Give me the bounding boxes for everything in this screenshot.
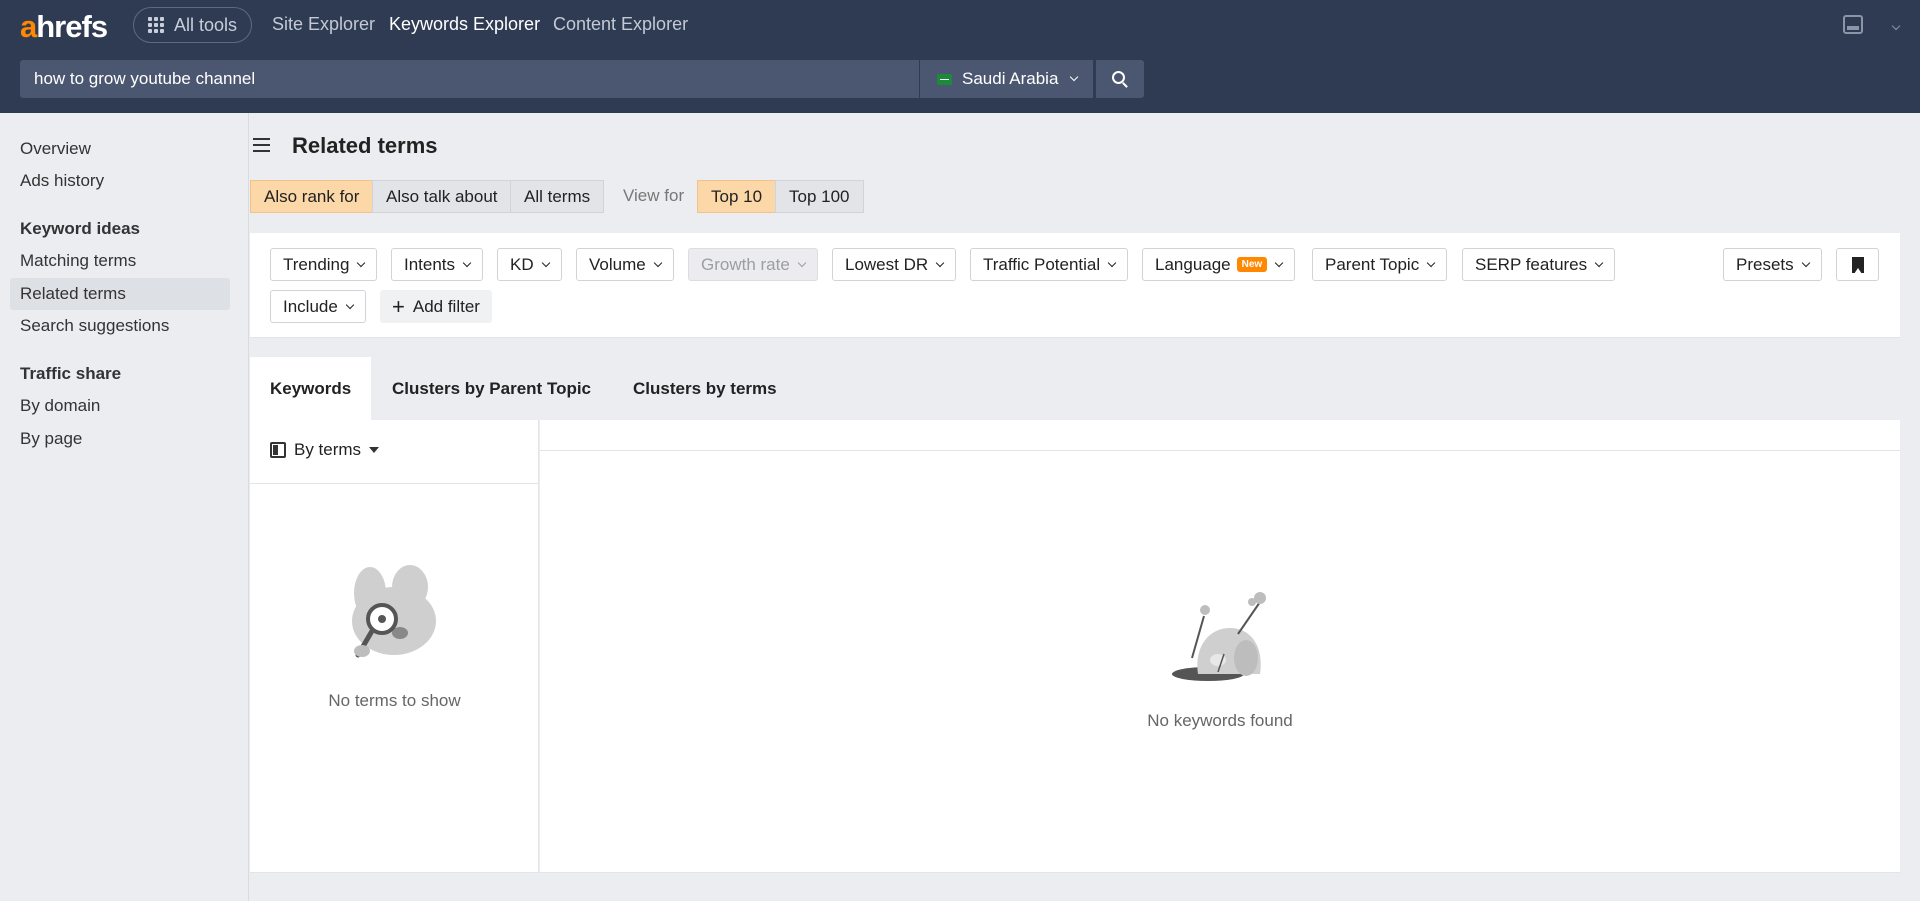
keywords-panel: No keywords found	[540, 420, 1900, 872]
include-label: Include	[283, 296, 338, 316]
keyword-search-input[interactable]: how to grow youtube channel	[20, 60, 919, 98]
sidebar-item-by-domain[interactable]: By domain	[20, 396, 100, 416]
search-query-text: how to grow youtube channel	[34, 69, 256, 88]
terms-panel: By terms No terms to show	[250, 420, 539, 872]
by-terms-label: By terms	[294, 440, 362, 459]
empty-terms-message: No terms to show	[328, 691, 461, 710]
filter-language[interactable]: Language New	[1142, 248, 1296, 281]
new-badge: New	[1236, 257, 1268, 272]
divider	[250, 483, 539, 484]
filter-traffic-potential[interactable]: Traffic Potential	[970, 248, 1129, 281]
chevron-down-icon	[1801, 258, 1810, 267]
filter-label: Parent Topic	[1325, 254, 1420, 274]
nav-content-explorer[interactable]: Content Explorer	[553, 14, 688, 35]
presets-button[interactable]: Presets	[1723, 248, 1822, 281]
koala-magnifier-illustration	[352, 565, 436, 658]
chevron-down-icon	[935, 258, 945, 267]
sidebar-item-related-terms[interactable]: Related terms	[20, 284, 126, 304]
all-tools-label: All tools	[174, 14, 238, 35]
filter-lowest-dr[interactable]: Lowest DR	[832, 248, 957, 281]
search-icon	[1112, 71, 1125, 84]
all-tools-button[interactable]: All tools	[133, 7, 252, 43]
chevron-down-icon	[653, 258, 662, 267]
filter-kd[interactable]: KD	[497, 248, 562, 281]
caret-down-icon	[369, 447, 380, 453]
table-header-divider	[540, 450, 1900, 451]
chevron-down-icon	[541, 258, 550, 267]
presets-label: Presets	[1736, 254, 1794, 274]
add-filter-label: Add filter	[412, 296, 480, 316]
sidebar-item-overview[interactable]: Overview	[20, 139, 91, 159]
chevron-down-icon	[357, 258, 366, 267]
country-label: Saudi Arabia	[962, 69, 1059, 88]
chevron-down-icon	[1594, 258, 1604, 267]
sidebar-heading-keyword-ideas: Keyword ideas	[20, 219, 140, 238]
top-bar: ahrefs All tools Site Explorer Keywords …	[0, 0, 1920, 113]
filter-label: Volume	[589, 254, 646, 274]
empty-keywords-message: No keywords found	[1147, 711, 1293, 730]
sidebar-item-matching-terms[interactable]: Matching terms	[20, 251, 136, 271]
tab-clusters-by-parent-topic[interactable]: Clusters by Parent Topic	[372, 357, 611, 420]
sidebar: Overview Ads history Keyword ideas Match…	[0, 113, 249, 901]
filter-serp-features[interactable]: SERP features	[1462, 248, 1616, 281]
menu-icon[interactable]	[253, 138, 270, 152]
filter-label: Growth rate	[701, 254, 790, 274]
mode-also-talk-about[interactable]: Also talk about	[372, 180, 512, 213]
country-select[interactable]: Saudi Arabia	[920, 60, 1093, 98]
ahrefs-logo[interactable]: ahrefs	[20, 9, 108, 45]
view-for-label: View for	[623, 186, 685, 205]
filter-label: Lowest DR	[845, 254, 929, 274]
sidebar-item-by-page[interactable]: By page	[20, 429, 82, 449]
filter-panel: Trending Intents KD Volume Growth rate L…	[250, 233, 1900, 338]
sidebar-panel-icon	[270, 442, 286, 458]
bookmark-button[interactable]	[1836, 248, 1879, 281]
mode-all-terms[interactable]: All terms	[510, 180, 605, 213]
view-for-top-100[interactable]: Top 100	[775, 180, 864, 213]
panel-bottom-border	[250, 872, 1900, 873]
nav-keywords-explorer[interactable]: Keywords Explorer	[389, 14, 540, 35]
filter-trending[interactable]: Trending	[270, 248, 378, 281]
filter-growth-rate: Growth rate	[688, 248, 818, 281]
chevron-down-icon	[345, 300, 355, 309]
filter-label: KD	[510, 254, 534, 274]
sidebar-item-search-suggestions[interactable]: Search suggestions	[20, 316, 169, 336]
inbox-icon[interactable]	[1843, 15, 1863, 34]
sidebar-heading-traffic-share: Traffic share	[20, 364, 122, 383]
include-button[interactable]: Include	[270, 290, 366, 323]
chevron-down-icon	[1107, 258, 1117, 267]
filter-label: Traffic Potential	[983, 254, 1101, 274]
page-title: Related terms	[292, 133, 438, 158]
grid-icon	[148, 17, 164, 33]
sidebar-item-ads-history[interactable]: Ads history	[20, 171, 104, 191]
filter-label: Trending	[283, 254, 350, 274]
filter-label: Language	[1155, 254, 1231, 274]
filter-intents[interactable]: Intents	[391, 248, 484, 281]
filter-label: SERP features	[1475, 254, 1588, 274]
filter-label: Intents	[404, 254, 456, 274]
chevron-down-icon	[462, 258, 472, 267]
filter-parent-topic[interactable]: Parent Topic	[1312, 248, 1448, 281]
chevron-down-icon	[797, 258, 807, 267]
account-chevron-icon[interactable]	[1890, 16, 1901, 32]
chevron-down-icon	[1070, 72, 1079, 82]
chevron-down-icon	[1274, 258, 1284, 267]
by-terms-dropdown[interactable]: By terms	[270, 440, 380, 460]
add-filter-button[interactable]: + Add filter	[380, 290, 492, 323]
filter-volume[interactable]: Volume	[576, 248, 674, 281]
tab-clusters-by-terms[interactable]: Clusters by terms	[613, 357, 797, 420]
view-for-top-10[interactable]: Top 10	[697, 180, 777, 213]
chevron-down-icon	[1426, 258, 1436, 267]
nav-site-explorer[interactable]: Site Explorer	[272, 14, 375, 35]
mode-also-rank-for[interactable]: Also rank for	[250, 180, 374, 213]
search-button[interactable]	[1096, 60, 1144, 98]
tab-keywords[interactable]: Keywords	[250, 357, 372, 420]
plus-icon: +	[392, 293, 405, 319]
empty-hole-illustration	[1172, 592, 1266, 681]
bookmark-icon	[1851, 256, 1864, 274]
saudi-arabia-flag-icon	[937, 73, 952, 85]
